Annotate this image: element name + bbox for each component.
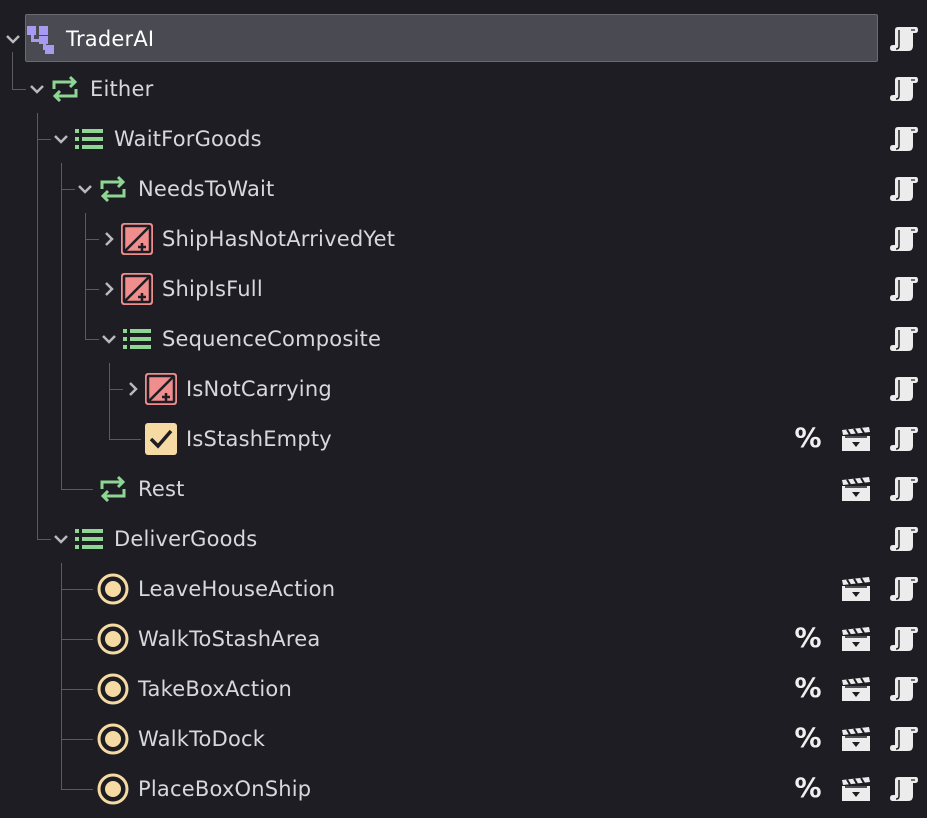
script-icon[interactable] — [889, 524, 919, 554]
tree-node-label: Rest — [138, 477, 185, 501]
action-icon — [97, 623, 129, 655]
tree-guide-line — [12, 89, 26, 90]
tree-node-label: TraderAI — [66, 27, 155, 51]
selector-icon — [49, 73, 81, 105]
clapperboard-icon[interactable] — [841, 774, 871, 804]
script-icon[interactable] — [889, 474, 919, 504]
tree-guide-line — [37, 539, 51, 540]
sequence-icon — [121, 323, 153, 355]
tree-node-label: TakeBoxAction — [138, 677, 292, 701]
sequence-icon — [73, 523, 105, 555]
tree-guide-line — [85, 339, 99, 340]
tree-guide-line — [37, 139, 51, 140]
tree-node-label: ShipIsFull — [162, 277, 263, 301]
action-icon — [97, 673, 129, 705]
tree-guide-line — [37, 113, 38, 540]
chevron-down-icon[interactable] — [53, 531, 69, 547]
tree-guide-line — [61, 589, 93, 590]
percent-button[interactable]: % — [791, 674, 825, 704]
chevron-down-icon[interactable] — [77, 181, 93, 197]
tree-node-label: DeliverGoods — [114, 527, 258, 551]
tree-guide-line — [85, 289, 99, 290]
chevron-right-icon[interactable] — [125, 381, 141, 397]
tree-guide-line — [61, 789, 93, 790]
script-icon[interactable] — [889, 274, 919, 304]
behavior-tree-icon — [25, 23, 57, 55]
tree-node-label: IsNotCarrying — [186, 377, 332, 401]
clapperboard-icon[interactable] — [841, 724, 871, 754]
script-icon[interactable] — [889, 724, 919, 754]
clapperboard-icon[interactable] — [841, 424, 871, 454]
percent-button[interactable]: % — [791, 774, 825, 804]
tree-node-label: WaitForGoods — [114, 127, 262, 151]
chevron-down-icon[interactable] — [53, 131, 69, 147]
clapperboard-icon[interactable] — [841, 674, 871, 704]
tree-node-label: WalkToDock — [138, 727, 266, 751]
clapperboard-icon[interactable] — [841, 574, 871, 604]
tree-node-label: PlaceBoxOnShip — [138, 777, 312, 801]
tree-guide-line — [61, 639, 93, 640]
tree-guide-line — [109, 389, 123, 390]
selector-icon — [97, 173, 129, 205]
action-icon — [97, 723, 129, 755]
script-icon[interactable] — [889, 374, 919, 404]
percent-button[interactable]: % — [791, 624, 825, 654]
tree-guide-line — [61, 689, 93, 690]
script-icon[interactable] — [889, 574, 919, 604]
chevron-down-icon[interactable] — [29, 81, 45, 97]
tree-guide-line — [61, 739, 93, 740]
tree-guide-line — [61, 189, 75, 190]
chevron-down-icon[interactable] — [5, 31, 21, 47]
tree-node-label: Either — [90, 77, 154, 101]
condition-icon — [145, 423, 177, 455]
decorator-icon — [121, 223, 153, 255]
tree-guide-line — [85, 213, 86, 340]
script-icon[interactable] — [889, 324, 919, 354]
tree-node-label: NeedsToWait — [138, 177, 275, 201]
tree-node-label: SequenceComposite — [162, 327, 382, 351]
tree-guide-line — [109, 439, 141, 440]
tree-guide-line — [12, 52, 13, 89]
percent-button[interactable]: % — [791, 424, 825, 454]
decorator-icon — [121, 273, 153, 305]
sequence-icon — [73, 123, 105, 155]
script-icon[interactable] — [889, 174, 919, 204]
script-icon[interactable] — [889, 224, 919, 254]
clapperboard-icon[interactable] — [841, 474, 871, 504]
script-icon[interactable] — [889, 774, 919, 804]
selector-icon — [97, 473, 129, 505]
chevron-down-icon[interactable] — [101, 331, 117, 347]
tree-node-label: LeaveHouseAction — [138, 577, 336, 601]
chevron-right-icon[interactable] — [101, 231, 117, 247]
tree-node-label: ShipHasNotArrivedYet — [162, 227, 396, 251]
script-icon[interactable] — [889, 124, 919, 154]
script-icon[interactable] — [889, 24, 919, 54]
action-icon — [97, 773, 129, 805]
clapperboard-icon[interactable] — [841, 624, 871, 654]
tree-guide-line — [61, 163, 62, 490]
script-icon[interactable] — [889, 624, 919, 654]
tree-guide-line — [61, 489, 93, 490]
behavior-tree-panel: TraderAI Either WaitForGoods NeedsToWait… — [0, 0, 927, 818]
tree-node-label: IsStashEmpty — [186, 427, 332, 451]
action-icon — [97, 573, 129, 605]
tree-guide-line — [61, 563, 62, 790]
tree-guide-line — [85, 239, 99, 240]
decorator-icon — [145, 373, 177, 405]
percent-button[interactable]: % — [791, 724, 825, 754]
script-icon[interactable] — [889, 74, 919, 104]
tree-guide-line — [109, 363, 110, 440]
chevron-right-icon[interactable] — [101, 281, 117, 297]
script-icon[interactable] — [889, 424, 919, 454]
script-icon[interactable] — [889, 674, 919, 704]
tree-node-label: WalkToStashArea — [138, 627, 321, 651]
